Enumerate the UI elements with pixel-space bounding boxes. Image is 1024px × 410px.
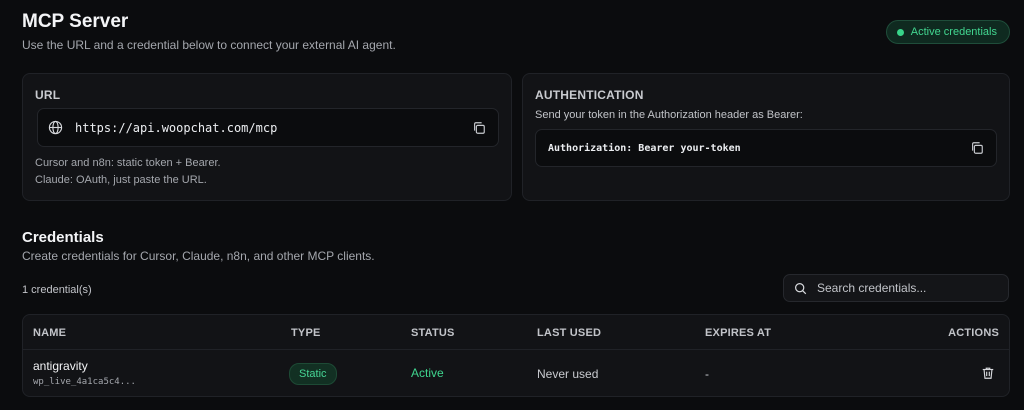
credentials-heading: Credentials	[22, 229, 104, 246]
column-type: TYPE	[291, 327, 321, 339]
status-badge-label: Active credentials	[910, 26, 997, 38]
status-text: Active	[411, 366, 444, 380]
url-card-heading: URL	[35, 88, 61, 102]
last-used-text: Never used	[537, 367, 599, 381]
column-actions: ACTIONS	[948, 327, 999, 339]
page-subtitle: Use the URL and a credential below to co…	[22, 38, 396, 52]
auth-header-code: Authorization: Bearer your-token	[548, 142, 741, 154]
trash-icon[interactable]	[981, 366, 995, 380]
url-box: https://api.woopchat.com/mcp	[37, 108, 499, 147]
table-header: NAME TYPE STATUS LAST USED EXPIRES AT AC…	[23, 315, 1009, 350]
auth-card-heading: AUTHENTICATION	[535, 88, 644, 102]
expires-at-text: -	[705, 367, 709, 381]
column-last-used: LAST USED	[537, 327, 602, 339]
type-badge: Static	[289, 363, 337, 385]
page-title: MCP Server	[22, 11, 129, 32]
credential-name: antigravity	[33, 359, 88, 373]
url-note-claude: Claude: OAuth, just paste the URL.	[35, 174, 207, 186]
search-icon	[794, 282, 807, 295]
credential-prefix: wp_live_4a1ca5c4...	[33, 377, 136, 387]
url-card: URL https://api.woopchat.com/mcp Cursor …	[22, 73, 512, 201]
credentials-subtitle: Create credentials for Cursor, Claude, n…	[22, 249, 375, 263]
status-dot	[896, 28, 904, 36]
auth-description: Send your token in the Authorization hea…	[535, 109, 803, 121]
globe-icon	[48, 120, 63, 135]
copy-icon[interactable]	[472, 121, 486, 135]
column-status: STATUS	[411, 327, 455, 339]
credentials-table: NAME TYPE STATUS LAST USED EXPIRES AT AC…	[22, 314, 1010, 397]
copy-icon[interactable]	[970, 141, 984, 155]
mcp-url: https://api.woopchat.com/mcp	[75, 120, 278, 135]
search-input[interactable]	[815, 280, 1008, 296]
url-note-cursor: Cursor and n8n: static token + Bearer.	[35, 157, 221, 169]
column-name: NAME	[33, 327, 67, 339]
auth-code-box: Authorization: Bearer your-token	[535, 129, 997, 167]
credential-count: 1 credential(s)	[22, 284, 92, 296]
auth-card: AUTHENTICATION Send your token in the Au…	[522, 73, 1010, 201]
search-box	[783, 274, 1009, 302]
column-expires-at: EXPIRES AT	[705, 327, 772, 339]
status-badge: Active credentials	[885, 20, 1010, 44]
